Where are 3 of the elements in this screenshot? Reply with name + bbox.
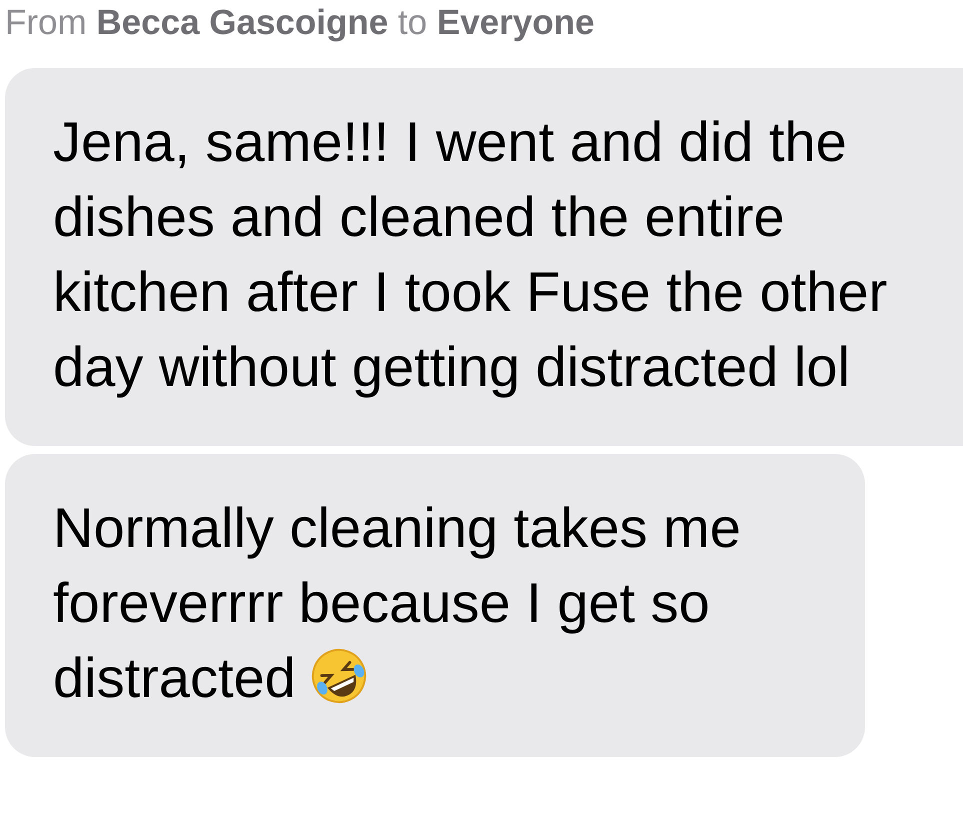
message-text: Jena, same!!! I went and did the dishes and cleaned the entire kitchen after I took Fuse the other day without getting distracted lol bbox=[53, 109, 888, 400]
message-text: Normally cleaning takes me foreverrrr because I get so distracted bbox=[53, 496, 741, 709]
sender-line: From Becca Gascoigne to Everyone bbox=[4, 2, 596, 44]
